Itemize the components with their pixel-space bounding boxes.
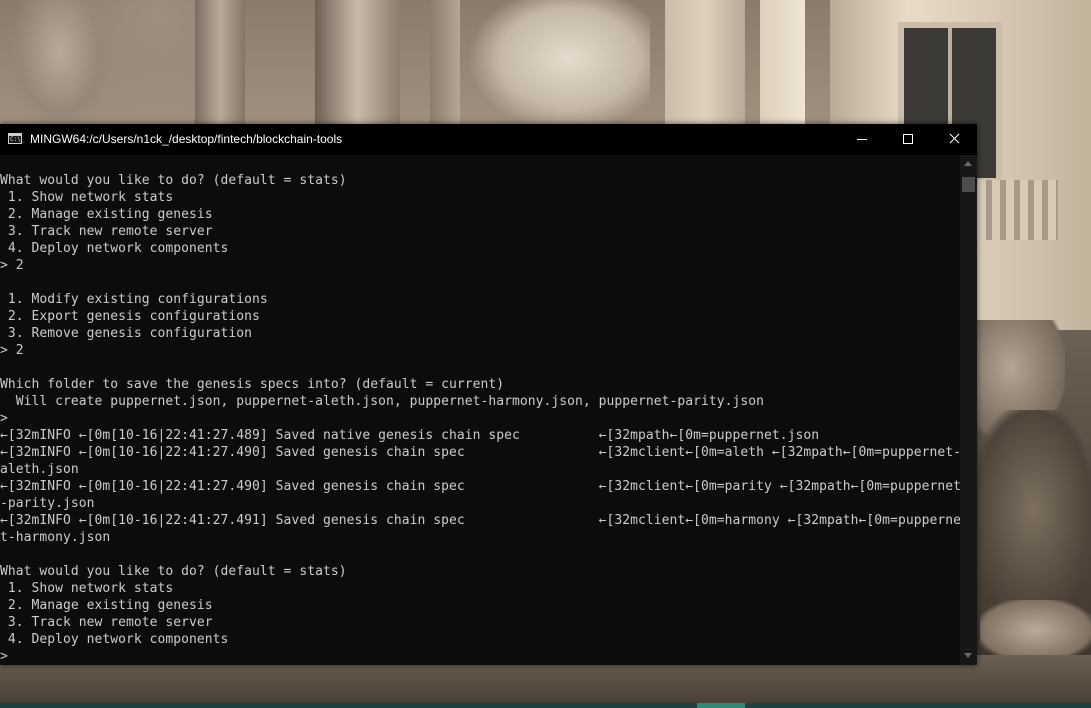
terminal-window[interactable]: C:\_ MINGW64:/c/Users/n1ck_/desktop/fint…	[0, 124, 977, 665]
desktop-wallpaper: C:\_ MINGW64:/c/Users/n1ck_/desktop/fint…	[0, 0, 1091, 708]
scroll-up-arrow-icon[interactable]	[964, 161, 972, 166]
close-button[interactable]	[931, 124, 977, 155]
scroll-down-arrow-icon[interactable]	[964, 653, 972, 658]
wallpaper-balustrade	[978, 180, 1058, 240]
minimize-button[interactable]	[839, 124, 885, 155]
maximize-button[interactable]	[885, 124, 931, 155]
wallpaper-column	[760, 0, 805, 130]
console-app-icon-glyph: C:\_	[10, 136, 25, 143]
taskbar[interactable]	[0, 703, 1091, 708]
wallpaper-statue-left	[10, 0, 110, 130]
vertical-scrollbar[interactable]	[960, 155, 977, 665]
title-bar[interactable]: C:\_ MINGW64:/c/Users/n1ck_/desktop/fint…	[0, 124, 977, 155]
wallpaper-rock	[980, 600, 1091, 660]
wallpaper-statue-center	[470, 0, 650, 130]
console-app-icon[interactable]: C:\_	[8, 133, 25, 144]
window-title: MINGW64:/c/Users/n1ck_/desktop/fintech/b…	[30, 132, 343, 146]
scrollbar-thumb[interactable]	[962, 177, 975, 192]
wallpaper-column	[195, 0, 245, 130]
taskbar-active-app-indicator[interactable]	[697, 703, 745, 708]
console-output-area[interactable]: What would you like to do? (default = st…	[0, 155, 960, 665]
wallpaper-column	[315, 0, 400, 130]
console-text: What would you like to do? (default = st…	[0, 173, 960, 664]
wallpaper-column	[665, 0, 745, 130]
wallpaper-rock	[975, 410, 1091, 610]
wallpaper-column	[430, 0, 460, 130]
